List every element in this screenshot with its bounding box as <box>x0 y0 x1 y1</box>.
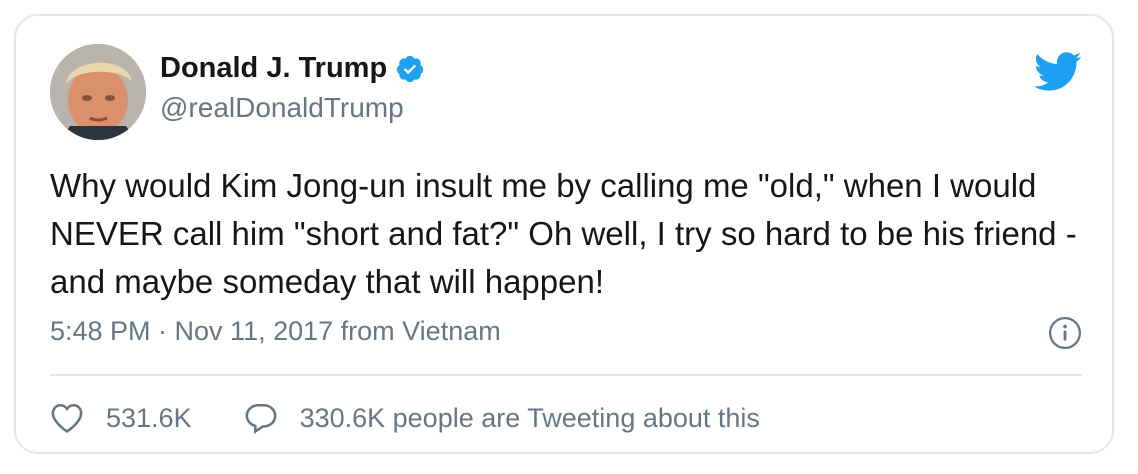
twitter-bird-icon[interactable] <box>1034 52 1082 92</box>
divider <box>50 374 1082 376</box>
reply-text: 330.6K people are Tweeting about this <box>299 402 760 433</box>
heart-icon <box>51 403 83 433</box>
tweet-text: Why would Kim Jong-un insult me by calli… <box>50 167 1077 300</box>
reply-button[interactable]: 330.6K people are Tweeting about this <box>244 402 760 434</box>
user-handle[interactable]: @realDonaldTrump <box>160 92 404 124</box>
avatar-image <box>50 44 146 140</box>
user-name[interactable]: Donald J. Trump <box>160 52 387 85</box>
speech-bubble-icon <box>245 403 277 434</box>
tweet-card[interactable]: Donald J. Trump @realDonaldTrump Why wou… <box>14 14 1114 454</box>
verified-badge-icon <box>395 54 425 84</box>
avatar[interactable] <box>50 44 146 140</box>
user-name-row[interactable]: Donald J. Trump <box>160 52 425 85</box>
like-button[interactable]: 531.6K <box>50 402 192 434</box>
tweet-timestamp-location[interactable]: 5:48 PM · Nov 11, 2017 from Vietnam <box>50 316 501 347</box>
info-icon[interactable] <box>1048 316 1082 350</box>
like-count: 531.6K <box>106 402 192 433</box>
tweet-actions: 531.6K 330.6K people are Tweeting about … <box>50 396 760 440</box>
